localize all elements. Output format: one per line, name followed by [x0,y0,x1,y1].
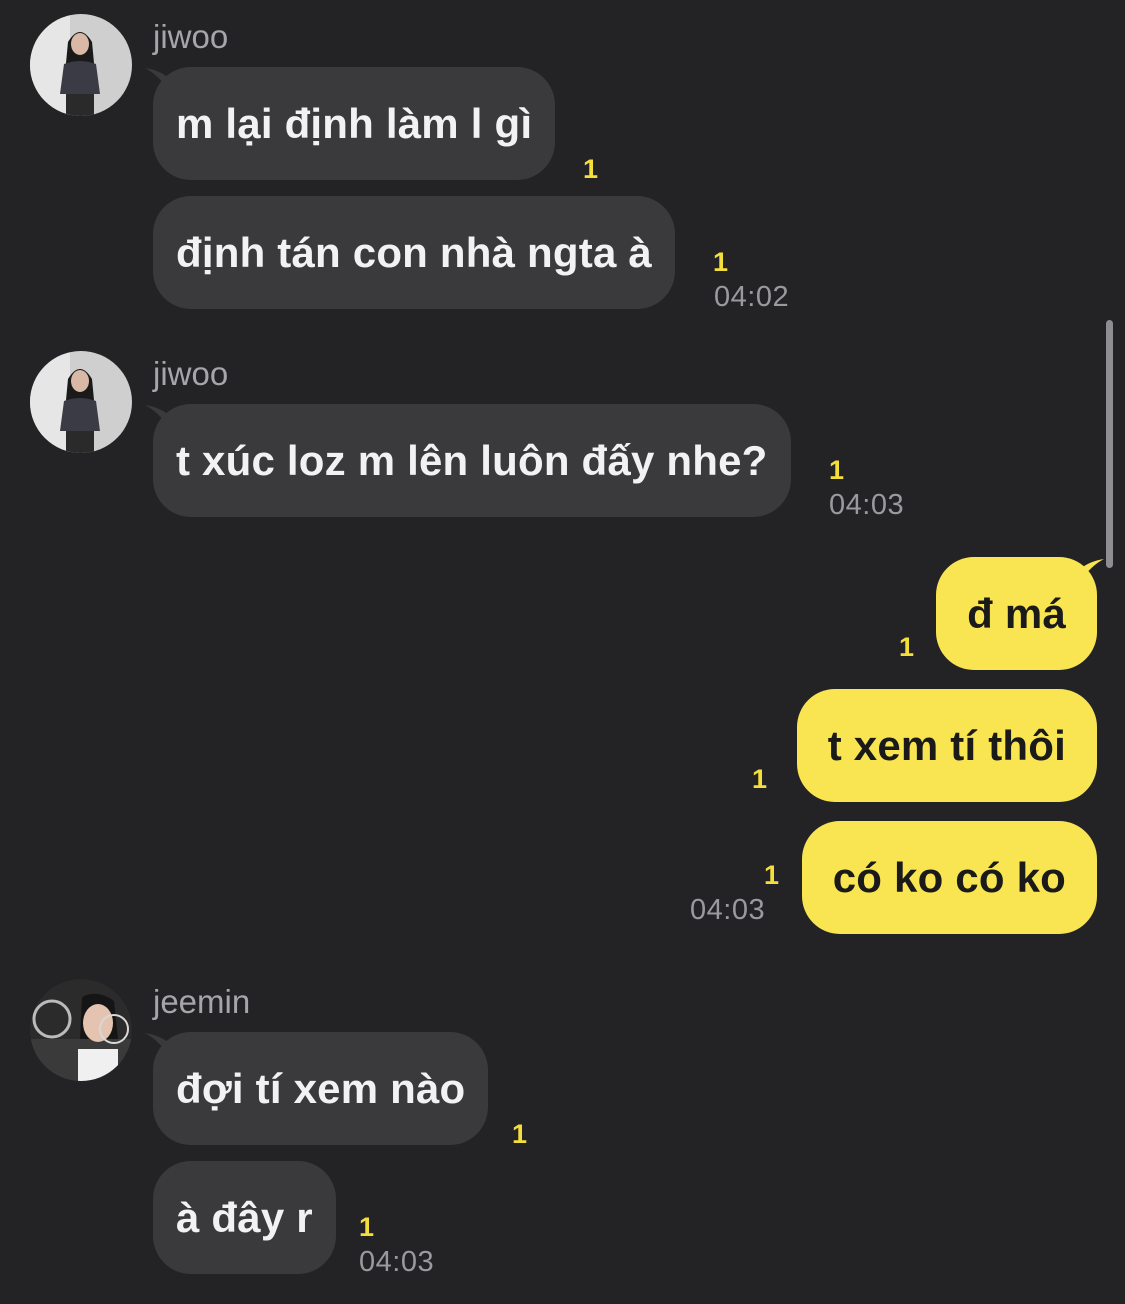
avatar-jiwoo[interactable] [30,351,132,453]
message-bubble[interactable]: à đây r [153,1161,336,1274]
message-bubble-outgoing[interactable]: đ má [936,557,1097,670]
unread-count: 1 [713,247,729,277]
unread-count: 1 [764,860,780,890]
message-timestamp: 04:02 [714,281,790,313]
message-bubble[interactable]: t xúc loz m lên luôn đấy nhe? [153,404,791,517]
scrollbar[interactable] [1106,320,1113,568]
sender-name: jeemin [153,983,251,1020]
message-timestamp: 04:03 [359,1246,435,1278]
sender-name: jiwoo [153,18,229,55]
profile-photo-jiwoo-icon [30,14,132,116]
unread-count: 1 [752,764,768,794]
message-bubble[interactable]: định tán con nhà ngta à [153,196,675,309]
message-bubble[interactable]: m lại định làm l gì [153,67,556,180]
unread-count: 1 [359,1212,375,1242]
avatar-jiwoo[interactable] [30,14,132,116]
message-bubble[interactable]: đợi tí xem nào [153,1032,489,1145]
unread-count: 1 [512,1119,528,1149]
unread-count: 1 [583,154,599,184]
profile-photo-jeemin-icon [30,979,132,1081]
profile-photo-jiwoo-icon [30,351,132,453]
unread-count: 1 [829,455,845,485]
avatar-jeemin[interactable] [30,979,132,1081]
message-bubble-outgoing[interactable]: t xem tí thôi [796,689,1097,802]
sender-name: jiwoo [153,355,229,392]
message-timestamp: 04:03 [829,489,905,521]
message-timestamp: 04:03 [690,894,766,926]
unread-count: 1 [899,632,915,662]
message-bubble-outgoing[interactable]: có ko có ko [801,821,1097,934]
